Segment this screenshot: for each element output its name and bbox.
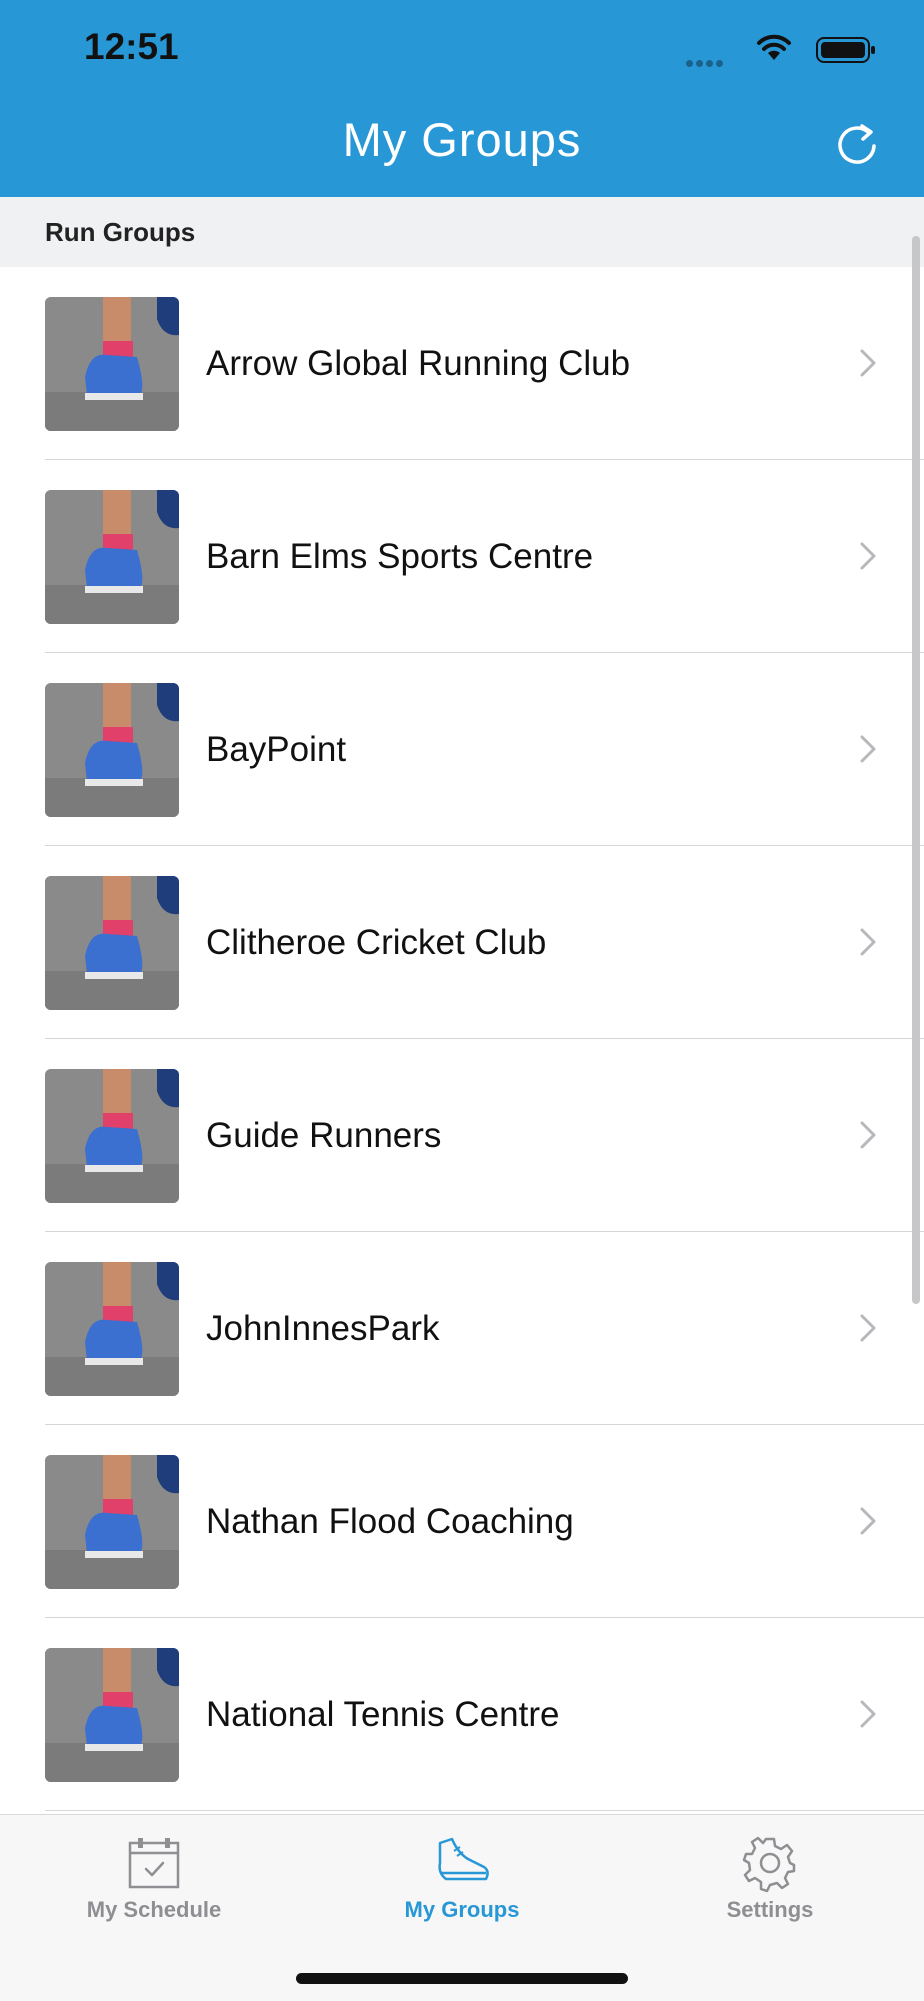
tab-my-groups[interactable]: My Groups — [308, 1815, 616, 1935]
scrollbar[interactable] — [912, 236, 920, 1304]
gear-icon — [742, 1836, 796, 1893]
chevron-right-icon — [860, 1700, 876, 1728]
group-row[interactable]: Clitheroe Cricket Club — [0, 846, 924, 1039]
battery-icon — [816, 37, 875, 63]
page-title: My Groups — [342, 113, 582, 166]
chevron-right-icon — [860, 542, 876, 570]
chevron-right-icon — [860, 1121, 876, 1149]
chevron-right-icon — [860, 349, 876, 377]
tab-label: Settings — [726, 1897, 814, 1922]
status-icons — [616, 32, 876, 68]
group-row[interactable]: Arrow Global Running Club — [0, 267, 924, 460]
group-thumbnail-image — [45, 1262, 179, 1396]
tab-label: My Schedule — [86, 1897, 222, 1922]
group-name: Nathan Flood Coaching — [206, 1502, 574, 1541]
group-thumbnail-image — [45, 1069, 179, 1203]
group-thumbnail-image — [45, 683, 179, 817]
refresh-icon[interactable] — [832, 120, 882, 170]
group-row[interactable]: Nathan Flood Coaching — [0, 1425, 924, 1618]
group-thumbnail-image — [45, 1648, 179, 1782]
group-name: Barn Elms Sports Centre — [206, 537, 594, 576]
section-title: Run Groups — [45, 217, 196, 247]
group-name: Clitheroe Cricket Club — [206, 923, 547, 962]
group-row[interactable]: National Tennis Centre — [0, 1618, 924, 1811]
group-name: JohnInnesPark — [206, 1309, 440, 1348]
running-shoe-icon — [438, 1837, 489, 1881]
tab-label: My Groups — [404, 1897, 520, 1922]
chevron-right-icon — [860, 1507, 876, 1535]
chevron-right-icon — [860, 735, 876, 763]
group-row[interactable]: Barn Elms Sports Centre — [0, 460, 924, 653]
app-header: 12:51 My Groups — [0, 0, 924, 197]
calendar-check-icon — [128, 1838, 180, 1889]
section-header: Run Groups — [0, 197, 924, 267]
wifi-icon — [757, 34, 791, 60]
chevron-right-icon — [860, 1314, 876, 1342]
chevron-right-icon — [860, 928, 876, 956]
group-name: Guide Runners — [206, 1116, 442, 1155]
group-thumbnail-image — [45, 490, 179, 624]
group-row[interactable]: Guide Runners — [0, 1039, 924, 1232]
tab-my-schedule[interactable]: My Schedule — [0, 1815, 308, 1935]
tab-settings[interactable]: Settings — [616, 1815, 924, 1935]
row-divider — [45, 1810, 924, 1811]
group-list: Arrow Global Running Club Barn Elms Spor… — [0, 267, 924, 1811]
group-thumbnail-image — [45, 297, 179, 431]
group-thumbnail-image — [45, 1455, 179, 1589]
home-indicator[interactable] — [296, 1973, 628, 1984]
group-name: BayPoint — [206, 730, 347, 769]
cellular-signal-icon — [686, 54, 726, 72]
group-row[interactable]: JohnInnesPark — [0, 1232, 924, 1425]
group-row[interactable]: BayPoint — [0, 653, 924, 846]
group-name: National Tennis Centre — [206, 1695, 560, 1734]
group-name: Arrow Global Running Club — [206, 344, 631, 383]
group-thumbnail-image — [45, 876, 179, 1010]
status-time: 12:51 — [84, 26, 179, 67]
